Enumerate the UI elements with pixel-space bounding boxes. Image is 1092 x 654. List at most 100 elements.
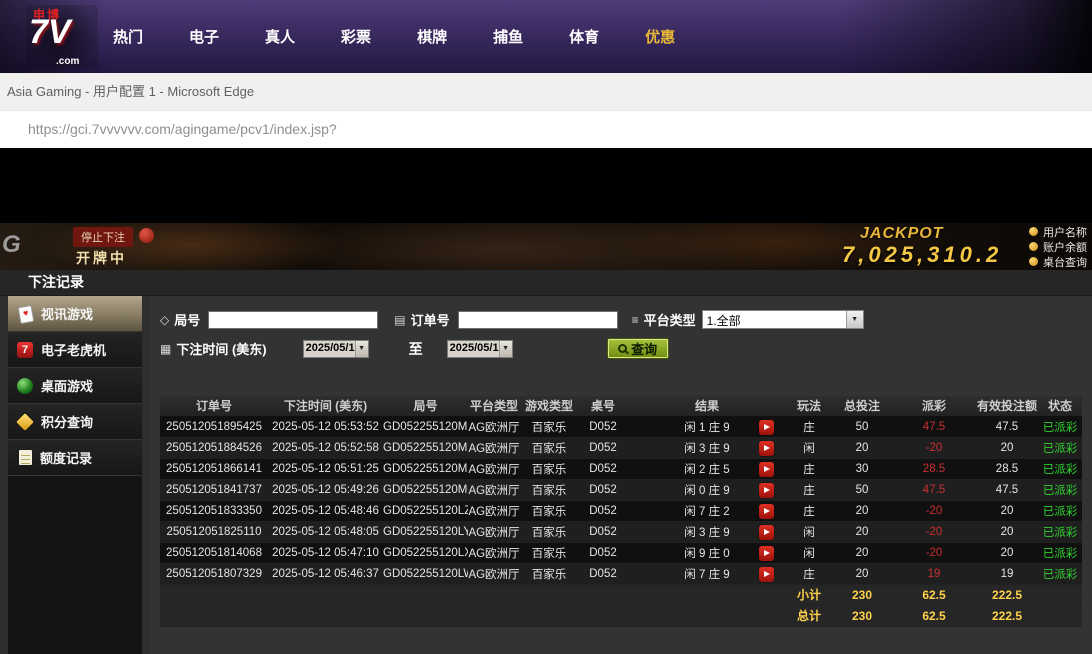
platform-select[interactable]: 1.全部 ▼ [702,310,864,329]
user-icon [1029,227,1038,236]
calendar-icon: ▦ [160,342,171,356]
cell-order-id: 250512051895425 [160,416,268,437]
cell-payout: 47.5 [892,416,976,437]
sidebar-item-slot-machines[interactable]: 电子老虎机 [8,332,142,368]
date-to-select[interactable]: 2025/05/12 ▼ [447,340,513,358]
game-banner: G 停止下注 开牌中 JACKPOT 7,025,310.2 用户名称 账户余额… [0,223,1092,270]
cell-result: 闲 0 庄 9 [628,479,786,500]
cell-game-type: 百家乐 [520,500,578,521]
points-diamond-icon [16,413,34,431]
cell-bet-time: 2025-05-12 05:49:26 [268,479,383,500]
cell-order-id: 250512051814068 [160,542,268,563]
cell-total-bet: 50 [832,479,892,500]
search-button[interactable]: 查询 [607,338,669,359]
play-video-button[interactable] [759,462,774,477]
header-payout: 派彩 [892,396,976,416]
nav-item-slots[interactable]: 电子 [166,26,242,47]
sidebar-item-video-games[interactable]: 视讯游戏 [8,296,142,332]
cell-status: 已派彩 [1038,521,1082,542]
user-menu-item-table-search[interactable]: 桌台查询 [1029,255,1087,268]
cell-status: 已派彩 [1038,416,1082,437]
cell-round-id: GD052255120LY [383,521,468,542]
play-video-button[interactable] [759,567,774,582]
cell-platform: AG欧洲厅 [468,458,520,479]
play-video-button[interactable] [759,420,774,435]
cell-total-bet: 20 [832,500,892,521]
play-video-button[interactable] [759,483,774,498]
cell-status: 已派彩 [1038,542,1082,563]
order-number-input[interactable] [458,311,618,329]
cell-bet-time: 2025-05-12 05:53:52 [268,416,383,437]
cell-play: 闲 [786,521,832,542]
nav-item-promotions[interactable]: 优惠 [622,26,698,47]
cell-table-id: D052 [578,563,628,584]
cell-round-id: GD052255120LZ [383,500,468,521]
cell-valid-bet: 28.5 [976,458,1038,479]
brand-logo[interactable]: 申博 7V .com [26,5,98,68]
brand-logo-sub-text: .com [56,56,79,67]
cell-table-id: D052 [578,437,628,458]
cell-table-id: D052 [578,521,628,542]
bet-table-body: 250512051895425 2025-05-12 05:53:52 GD05… [160,416,1082,584]
user-menu-item-balance[interactable]: 账户余额 [1029,240,1087,253]
cell-order-id: 250512051825110 [160,521,268,542]
table-row: 250512051841737 2025-05-12 05:49:26 GD05… [160,479,1082,500]
cell-total-bet: 50 [832,416,892,437]
cell-play: 庄 [786,416,832,437]
cell-game-type: 百家乐 [520,437,578,458]
header-table-id: 桌号 [578,396,628,416]
cell-order-id: 250512051833350 [160,500,268,521]
round-number-input[interactable] [208,311,378,329]
cell-round-id: GD052255120M3 [383,458,468,479]
panel-titlebar: 下注记录 [0,270,1092,296]
subtotal-row: 小计 230 62.5 222.5 [160,584,1082,605]
sidebar-item-points-inquiry[interactable]: 积分查询 [8,404,142,440]
cell-game-type: 百家乐 [520,416,578,437]
nav-item-live[interactable]: 真人 [242,26,318,47]
play-video-button[interactable] [759,525,774,540]
cell-total-bet: 20 [832,521,892,542]
cell-valid-bet: 20 [976,521,1038,542]
subtotal-total-bet: 230 [832,584,892,605]
browser-address-bar[interactable]: https://gci.7vvvvvv.com/agingame/pcv1/in… [0,110,1092,148]
nav-item-chess[interactable]: 棋牌 [394,26,470,47]
cell-valid-bet: 20 [976,437,1038,458]
cell-payout: 19 [892,563,976,584]
play-video-button[interactable] [759,546,774,561]
chevron-down-icon: ▼ [355,341,368,357]
cell-bet-time: 2025-05-12 05:51:25 [268,458,383,479]
cell-bet-time: 2025-05-12 05:47:10 [268,542,383,563]
cell-play: 庄 [786,458,832,479]
cell-result: 闲 3 庄 9 [628,437,786,458]
list-icon: ≡ [632,313,639,327]
order-number-label: ▤ 订单号 [394,310,449,329]
user-menu-item-username[interactable]: 用户名称 [1029,225,1087,238]
cell-payout: -20 [892,542,976,563]
nav-item-lottery[interactable]: 彩票 [318,26,394,47]
cell-result: 闲 3 庄 9 [628,521,786,542]
jackpot-label: JACKPOT [860,225,943,243]
play-video-button[interactable] [759,441,774,456]
cell-bet-time: 2025-05-12 05:46:37 [268,563,383,584]
date-from-select[interactable]: 2025/05/12 ▼ [303,340,369,358]
cell-bet-time: 2025-05-12 05:52:58 [268,437,383,458]
cell-play: 庄 [786,563,832,584]
cell-table-id: D052 [578,416,628,437]
total-total-bet: 230 [832,605,892,626]
cell-game-type: 百家乐 [520,521,578,542]
nav-item-hot[interactable]: 热门 [90,26,166,47]
table-row: 250512051866141 2025-05-12 05:51:25 GD05… [160,458,1082,479]
play-video-button[interactable] [759,504,774,519]
platform-type-label: ≡ 平台类型 [632,310,696,329]
sidebar-item-table-games[interactable]: 桌面游戏 [8,368,142,404]
cell-play: 庄 [786,479,832,500]
nav-item-sports[interactable]: 体育 [546,26,622,47]
subtotal-label: 小计 [786,584,832,605]
sidebar-item-quota-records[interactable]: 额度记录 [8,440,142,476]
cell-game-type: 百家乐 [520,458,578,479]
cell-order-id: 250512051884526 [160,437,268,458]
slot-machine-icon [17,342,33,358]
nav-item-fishing[interactable]: 捕鱼 [470,26,546,47]
records-document-icon [19,450,32,465]
cell-platform: AG欧洲厅 [468,563,520,584]
